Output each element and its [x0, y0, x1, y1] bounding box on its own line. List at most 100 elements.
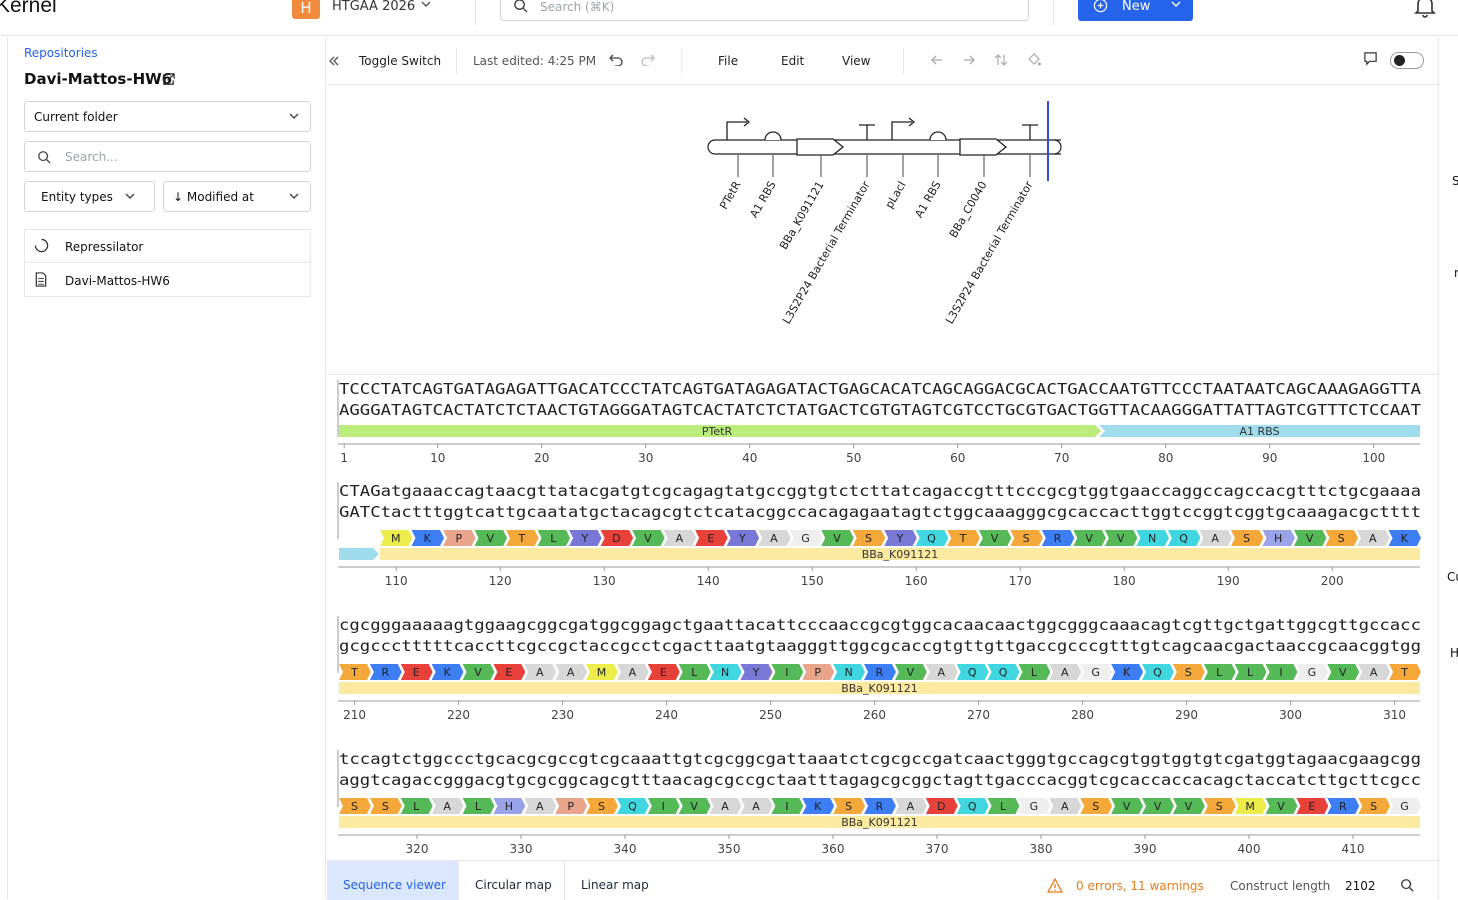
divider	[903, 48, 904, 74]
amino-acid-label: V	[1277, 800, 1285, 813]
amino-acid-label: M	[1245, 800, 1255, 813]
external-link-icon[interactable]	[161, 72, 176, 87]
panel-toggle-switch[interactable]	[1390, 52, 1424, 69]
list-item-label: Davi-Mattos-HW6	[65, 274, 170, 288]
list-item[interactable]: Repressilator	[25, 230, 310, 263]
backbone-line	[715, 139, 1061, 155]
document-title[interactable]: Toggle Switch	[359, 54, 441, 68]
ruler-tick-label: 190	[1217, 574, 1240, 588]
part-label: A1 RBS	[912, 179, 943, 220]
feature-label: PTetR	[702, 425, 733, 438]
search-icon[interactable]	[1400, 878, 1414, 892]
amino-acid-label: A	[752, 800, 760, 813]
part-label: BBa_C0040	[947, 179, 990, 240]
ruler-tick-label: 180	[1113, 574, 1136, 588]
tab-circular-map[interactable]: Circular map	[459, 861, 565, 900]
linear-map-preview[interactable]: PTetR A1 RBS BBa_K091121 L3S2P24 Bacterial …	[327, 86, 1438, 375]
feature-label: BBa_K091121	[841, 816, 918, 829]
part-label: BBa_K091121	[777, 179, 827, 252]
tab-sequence-viewer[interactable]: Sequence viewer	[327, 861, 459, 900]
part-label: PTetR	[717, 179, 744, 212]
sidebar: Repositories Davi-Mattos-HW6 Current fol…	[7, 37, 326, 899]
menu-edit[interactable]: Edit	[781, 54, 804, 68]
arrow-right-icon[interactable]	[962, 53, 976, 67]
search-icon	[514, 0, 528, 13]
swap-vertical-icon[interactable]	[994, 53, 1008, 67]
amino-acid-label: Q	[927, 532, 936, 545]
amino-acid-label: Q	[999, 666, 1008, 679]
amino-acid-label: P	[814, 666, 821, 679]
list-item[interactable]: Davi-Mattos-HW6	[25, 264, 310, 297]
app-brand[interactable]: Kernel	[0, 0, 57, 18]
sequence-viewer[interactable]: TCCCTATCAGTGATAGAGATTGACATCCCTATCAGTGATA…	[327, 376, 1438, 860]
amino-acid-label: S	[1185, 666, 1192, 679]
entity-types-filter[interactable]: Entity types	[24, 181, 155, 212]
amino-acid-label: V	[690, 800, 698, 813]
sidebar-search-input[interactable]: Search...	[24, 141, 311, 172]
undo-icon[interactable]	[609, 52, 623, 66]
amino-acid-label: S	[1023, 532, 1030, 545]
ruler-tick-label: 330	[510, 842, 533, 856]
amino-acid-label: S	[1338, 532, 1345, 545]
org-name[interactable]: HTGAA 2026	[332, 0, 415, 14]
sort-select[interactable]: ↓ Modified at	[163, 181, 311, 212]
ruler-tick-label: 220	[447, 708, 470, 722]
paint-bucket-icon[interactable]	[1026, 52, 1042, 68]
construct-map-svg[interactable]: PTetR A1 RBSBBa_K091121L3S2P24 Bacterial …	[327, 86, 1438, 375]
chevron-down-icon[interactable]	[420, 0, 432, 10]
amino-acid-label: Q	[1179, 532, 1188, 545]
part-label: pLacI	[883, 179, 909, 211]
collapse-sidebar-button[interactable]	[327, 48, 342, 74]
redo-icon[interactable]	[641, 52, 655, 66]
amino-acid-label: A	[676, 532, 684, 545]
tab-label: Sequence viewer	[343, 878, 446, 892]
ruler-tick-label: 280	[1071, 708, 1094, 722]
amino-acid-label: A	[770, 532, 778, 545]
ruler-tick-label: 110	[385, 574, 408, 588]
amino-acid-label: S	[598, 800, 605, 813]
folder-select-value: Current folder	[34, 110, 118, 124]
right-panel-text: H	[1450, 646, 1458, 660]
amino-acid-label: A	[1061, 666, 1069, 679]
amino-acid-label: S	[351, 800, 358, 813]
ruler-tick-label: 270	[967, 708, 990, 722]
menu-view[interactable]: View	[842, 54, 870, 68]
validation-status[interactable]: 0 errors, 11 warnings	[1076, 879, 1204, 893]
tab-linear-map[interactable]: Linear map	[565, 861, 665, 900]
ruler-tick-label: 350	[718, 842, 741, 856]
ruler-tick-label: 250	[759, 708, 782, 722]
bottom-bar: Sequence viewer Circular map Linear map …	[327, 860, 1438, 900]
ruler-tick-label: 240	[655, 708, 678, 722]
amino-acid-label: T	[517, 532, 525, 545]
amino-acid-label: N	[721, 666, 729, 679]
bottom-strand-text: AGGGATAGTCACTATCTCTAACTGTAGGGATAGTCACTAT…	[339, 401, 1421, 419]
comment-icon[interactable]	[1363, 51, 1378, 66]
global-search-input[interactable]: Search (⌘K)	[500, 0, 1029, 21]
amino-acid-label: I	[1279, 666, 1282, 679]
sequence-svg[interactable]: TCCCTATCAGTGATAGAGATTGACATCCCTATCAGTGATA…	[327, 376, 1438, 860]
top-strand-text: CTAGatgaaaccagtaacgttatacgatgtcgcagagtat…	[339, 482, 1421, 500]
ruler-tick-label: 10	[430, 451, 445, 465]
ruler-tick-label: 260	[863, 708, 886, 722]
ruler-tick-label: 300	[1279, 708, 1302, 722]
menu-file[interactable]: File	[718, 54, 738, 68]
org-avatar[interactable]: H	[292, 0, 320, 19]
amino-acid-label: V	[1117, 532, 1125, 545]
ruler-tick-label: 290	[1175, 708, 1198, 722]
amino-acid-label: V	[991, 532, 999, 545]
editor-main: Toggle Switch Last edited: 4:25 PM File …	[327, 37, 1438, 900]
breadcrumb-repositories[interactable]: Repositories	[24, 46, 98, 60]
amino-acid-label: S	[1243, 532, 1250, 545]
last-edited: Last edited: 4:25 PM	[473, 54, 597, 68]
chevron-down-icon	[289, 113, 299, 119]
notification-bell-icon[interactable]	[1414, 0, 1436, 18]
amino-acid-label: S	[1216, 800, 1223, 813]
new-button[interactable]: New	[1078, 0, 1193, 21]
project-title: Davi-Mattos-HW6	[24, 70, 173, 88]
arrow-left-icon[interactable]	[930, 53, 944, 67]
ruler-tick-label: 230	[551, 708, 574, 722]
divider	[1053, 0, 1054, 26]
loading-circle-icon	[34, 238, 49, 253]
folder-select[interactable]: Current folder	[24, 101, 311, 132]
amino-acid-label: V	[1085, 532, 1093, 545]
